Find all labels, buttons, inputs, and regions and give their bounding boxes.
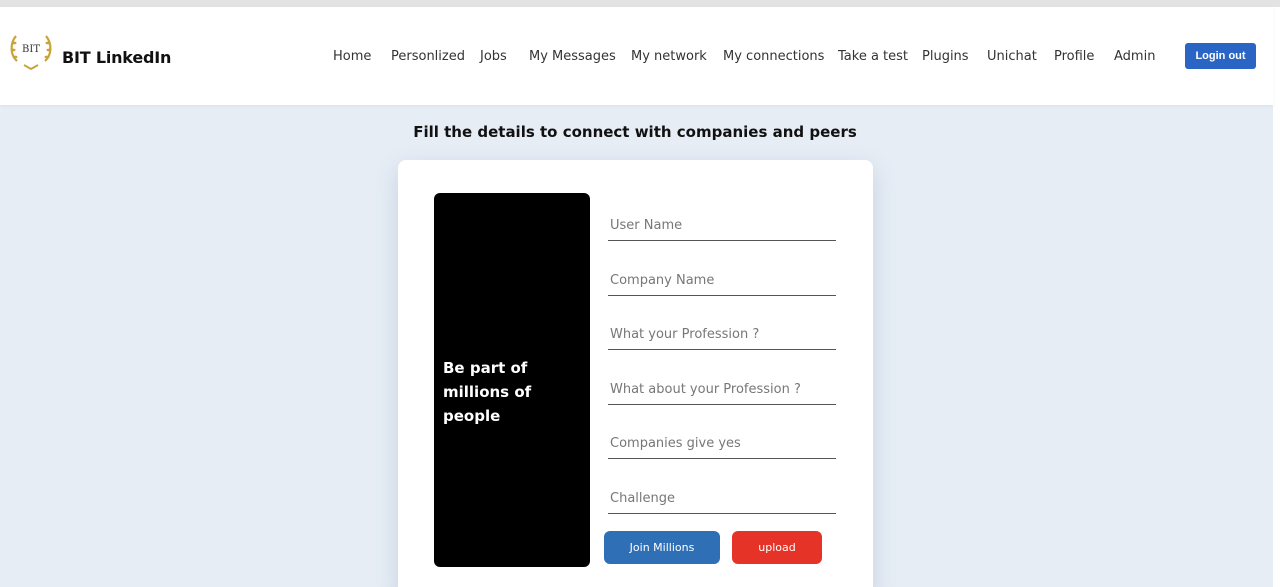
nav-jobs[interactable]: Jobs <box>480 49 507 64</box>
nav-my-connections[interactable]: My connections <box>723 49 824 64</box>
profession-input[interactable] <box>608 320 836 350</box>
browser-top-strip <box>0 0 1280 7</box>
nav-unichat[interactable]: Unichat <box>987 49 1037 64</box>
scrollbar-track[interactable] <box>1273 7 1280 587</box>
companies-give-yes-input[interactable] <box>608 429 836 459</box>
nav-take-a-test[interactable]: Take a test <box>838 49 908 64</box>
nav-profile[interactable]: Profile <box>1054 49 1094 64</box>
nav-personalized[interactable]: Personlized <box>391 49 465 64</box>
challenge-input[interactable] <box>608 484 836 514</box>
brand-name[interactable]: BIT LinkedIn <box>62 48 171 67</box>
nav-plugins[interactable]: Plugins <box>922 49 969 64</box>
navbar: BIT BIT LinkedIn Home Personlized Jobs M… <box>0 7 1273 105</box>
page-heading: Fill the details to connect with compani… <box>413 123 857 141</box>
bit-logo-icon[interactable]: BIT <box>8 29 54 71</box>
upload-button[interactable]: upload <box>732 531 822 564</box>
company-name-input[interactable] <box>608 266 836 296</box>
nav-my-messages[interactable]: My Messages <box>529 49 616 64</box>
about-profession-input[interactable] <box>608 375 836 405</box>
user-name-input[interactable] <box>608 211 836 241</box>
svg-text:BIT: BIT <box>22 44 40 55</box>
nav-home[interactable]: Home <box>333 49 371 64</box>
login-out-button[interactable]: Login out <box>1185 43 1256 69</box>
nav-admin[interactable]: Admin <box>1114 49 1155 64</box>
nav-my-network[interactable]: My network <box>631 49 707 64</box>
promo-text: Be part of millions of people <box>443 359 532 425</box>
join-millions-button[interactable]: Join Millions <box>604 531 720 564</box>
